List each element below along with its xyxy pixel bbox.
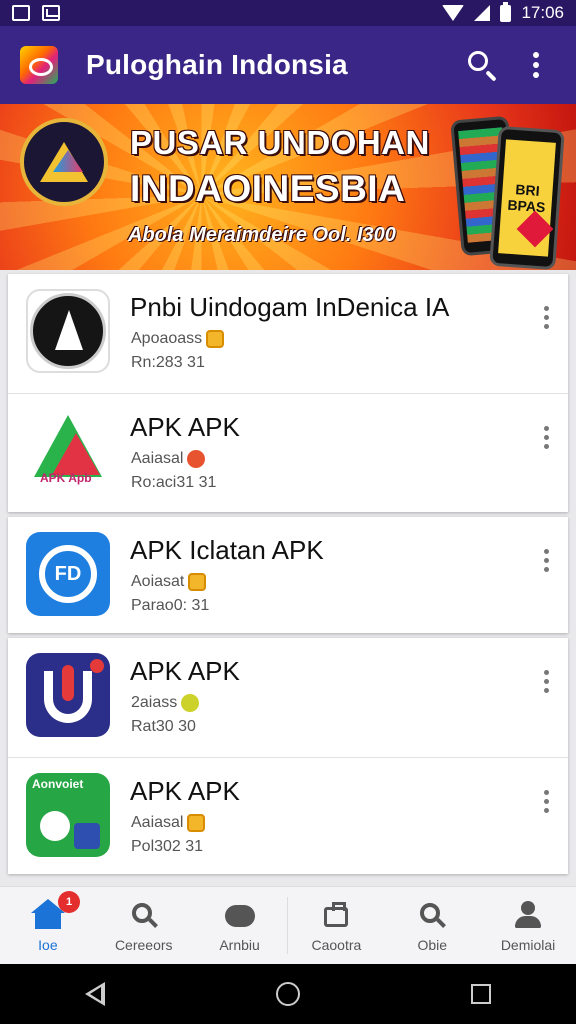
app-price: Rn:283 31 [131,354,205,371]
bottom-navigation: 1 Ioe Cereeors Arnbiu Caootra Obie Demio… [0,886,576,964]
overflow-menu-button[interactable] [516,43,556,87]
app-meta: 2aiass [131,694,178,711]
nav-item-categories[interactable]: Cereeors [96,887,192,964]
app-list-card: Pnbi Uindogam InDenica IA Apoaoass Rn:28… [8,274,568,512]
app-meta: Aoiasat [131,573,185,590]
wifi-icon [442,5,465,21]
app-name: Pnbi Uindogam InDenica IA [130,292,450,322]
app-price: Rat30 30 [131,718,196,735]
list-item[interactable]: FD APK Iclatan APK Aoiasat Parao0: 31 [8,517,568,635]
app-list-card: FD APK Iclatan APK Aoiasat Parao0: 31 [8,517,568,633]
bag-icon [321,901,351,929]
app-price: Parao0: 31 [131,597,210,614]
gamepad-icon [224,901,255,929]
home-button-icon[interactable] [275,982,300,1006]
app-meta: Aaiasal [131,814,184,831]
gallery-notification-icon [12,5,30,21]
item-menu-button[interactable] [542,670,550,693]
list-item[interactable]: Aonvoiet APK APK Aaiasal Pol302 31 [8,757,568,875]
app-title: Puloghain Indonsia [86,49,348,80]
list-item[interactable]: APK Apb APK APK Aaiasal Ro:aci31 31 [8,393,568,511]
search-icon [417,901,447,929]
nav-item-games[interactable]: Arnbiu [192,887,288,964]
nav-item-profile[interactable]: Demiolai [480,887,576,964]
recents-button-icon[interactable] [470,984,491,1004]
gift-icon [188,573,207,591]
app-price: Pol302 31 [131,838,204,855]
item-menu-button[interactable] [542,306,550,329]
fd-circle-icon: FD [26,532,110,616]
apk-triangle-icon: APK Apb [26,409,110,493]
smile-badge-icon [181,694,200,712]
status-time: 17:06 [521,3,564,22]
signal-icon [474,5,491,21]
app-name: APK APK [130,776,240,806]
icon-text: APK Apb [40,471,92,485]
gift-icon [187,814,206,832]
nav-label: Obie [417,937,448,953]
app-list-card: APK APK 2aiass Rat30 30 Aonvoiet APK APK… [8,638,568,874]
search-icon [129,901,159,929]
icon-text: FD [39,545,97,603]
status-bar: 17:06 [0,0,576,26]
nav-label: Demiolai [500,937,556,953]
battery-icon [500,1,512,22]
system-navigation-bar [0,964,576,1024]
mail-notification-icon [42,5,60,21]
app-name: APK APK [130,412,240,442]
banner-headline: PUSAR UNDOHAN [130,124,430,161]
heart-badge-icon [187,450,206,468]
nav-item-home[interactable]: 1 Ioe [0,887,96,964]
nav-label: Caootra [311,937,362,953]
back-button-icon[interactable] [85,982,106,1006]
app-logo-icon [20,46,58,84]
app-name: APK Iclatan APK [130,535,324,565]
app-meta: Aaiasal [131,450,184,467]
app-name: APK APK [130,656,240,686]
app-meta: Apoaoass [131,330,203,347]
item-menu-button[interactable] [542,549,550,572]
nav-label: Arnbiu [219,937,260,953]
nav-label: Ioe [38,937,58,953]
nav-item-search[interactable]: Obie [384,887,480,964]
red-drop-icon [26,653,110,737]
banner-subline: Abola Meraimdeire Ool. I300 [128,224,396,246]
gift-icon [206,330,225,348]
user-icon [513,901,543,929]
app-price: Ro:aci31 31 [131,474,217,491]
list-item[interactable]: APK APK 2aiass Rat30 30 [8,638,568,756]
nav-label: Cereeors [114,937,173,953]
list-item[interactable]: Pnbi Uindogam InDenica IA Apoaoass Rn:28… [8,274,568,392]
notification-badge: 1 [58,891,80,913]
phone-illustration-2: BRI BPAS [489,125,565,270]
item-menu-button[interactable] [542,790,550,813]
icon-text: Aonvoiet [32,777,84,791]
nav-item-store[interactable]: Caootra [288,887,384,964]
banner-headline-2: INDAOINESBIA [130,168,406,209]
item-menu-button[interactable] [542,426,550,449]
promo-banner[interactable]: PUSAR UNDOHAN INDAOINESBIA Abola Meraimd… [0,104,576,270]
search-button[interactable] [460,43,504,87]
sword-emblem-icon [26,289,110,373]
banner-emblem-icon [20,118,108,206]
search-icon [468,51,488,71]
green-pad-icon: Aonvoiet [26,773,110,857]
app-bar: Puloghain Indonsia [0,26,576,104]
